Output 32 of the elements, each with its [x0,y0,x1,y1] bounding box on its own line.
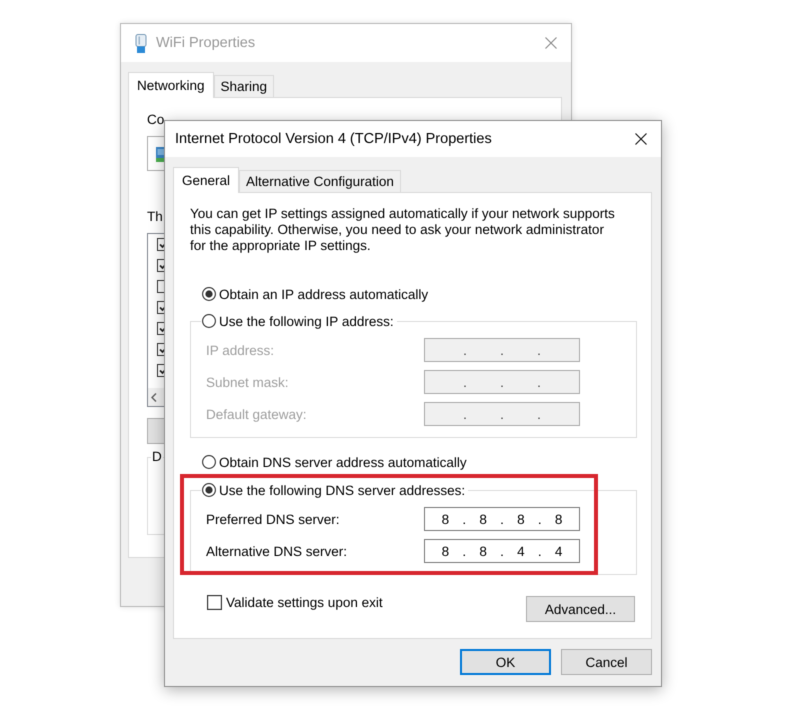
checkbox-icon[interactable] [207,595,222,610]
radio-option[interactable]: Use the following IP address: [202,312,394,330]
tab[interactable]: Alternative Configuration [239,170,401,192]
ip-input-field[interactable]: 8 . 8 . 8 . 8 [424,507,580,531]
radio-icon[interactable] [202,287,216,301]
radio-option[interactable]: Use the following DNS server addresses: [202,481,466,499]
window-title: WiFi Properties [156,35,256,51]
radio-option[interactable]: Obtain an IP address automatically [202,285,428,303]
radio-icon[interactable] [202,455,216,469]
field-label: Preferred DNS server: [206,512,341,526]
close-icon[interactable] [635,133,647,145]
tab[interactable]: Networking [128,72,214,98]
section-label: Th [147,209,163,225]
field-label: Default gateway: [206,406,308,422]
intro-text: You can get IP settings assigned automatically if your network supports this capability. Otherwise, you need to ask your network administrator for the appropriate IP settings. [190,206,616,254]
window-title: Internet Protocol Version 4 (TCP/IPv4) Properties [175,131,493,147]
section-label: Co [147,112,164,128]
advanced-button[interactable]: Advanced... [526,596,635,622]
checkbox-option[interactable]: Validate settings upon exit [207,595,383,610]
dialog-button[interactable]: Cancel [561,649,652,675]
field-label: Subnet mask: [206,374,290,390]
usb-adapter-icon [135,34,147,52]
field-label: IP address: [206,342,276,358]
dialog-button[interactable]: OK [460,649,551,675]
radio-option[interactable]: Obtain DNS server address automatically [202,453,467,471]
radio-icon[interactable] [202,483,216,497]
radio-icon[interactable] [202,314,216,328]
tab[interactable]: Sharing [214,75,274,97]
group-legend: D [151,449,163,465]
field-label: Alternative DNS server: [206,544,348,558]
tab[interactable]: General [173,167,240,193]
ip-input-field[interactable]: 8 . 8 . 4 . 4 [424,539,580,563]
